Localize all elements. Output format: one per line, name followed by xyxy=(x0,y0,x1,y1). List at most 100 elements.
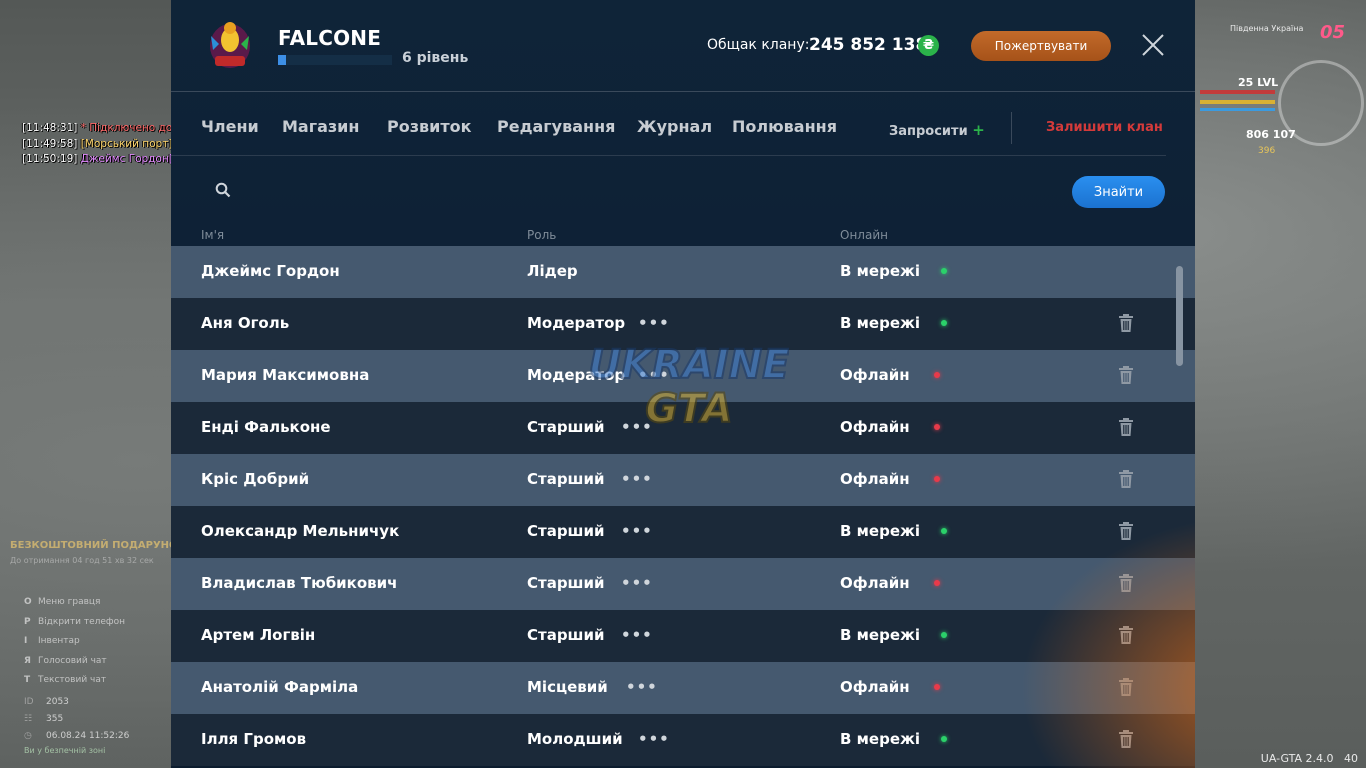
table-row[interactable]: Анатолій Фарміла Місцевий ••• Офлайн xyxy=(171,662,1195,714)
leave-clan-button[interactable]: Залишити клан xyxy=(1046,120,1163,135)
member-role: Модератор xyxy=(527,314,626,332)
member-role: Модератор xyxy=(527,366,626,384)
gift-timer: До отримання 04 год 51 хв 32 сек xyxy=(10,556,154,565)
health-bar xyxy=(1200,90,1275,94)
more-icon[interactable]: ••• xyxy=(638,314,670,332)
player-level: 25 LVL xyxy=(1238,76,1279,89)
trash-icon[interactable] xyxy=(1119,314,1133,332)
trash-icon[interactable] xyxy=(1119,470,1133,488)
more-icon[interactable]: ••• xyxy=(621,470,653,488)
clan-level-progress-fill xyxy=(278,55,286,65)
offline-indicator xyxy=(934,372,940,378)
member-name: Анатолій Фарміла xyxy=(201,678,359,696)
online-indicator xyxy=(941,736,947,742)
hryvnia-icon: ₴ xyxy=(918,35,939,56)
column-online: Онлайн xyxy=(840,228,888,242)
table-row[interactable]: Ілля Громов Молодший ••• В мережі xyxy=(171,714,1195,766)
version-label: UA-GTA 2.4.0 40 xyxy=(1260,752,1358,765)
trash-icon[interactable] xyxy=(1119,366,1133,384)
tab-shop[interactable]: Магазин xyxy=(282,117,359,136)
more-icon[interactable]: ••• xyxy=(638,366,670,384)
member-role: Старший xyxy=(527,470,605,488)
member-name: Мария Максимовна xyxy=(201,366,370,384)
tab-members[interactable]: Члени xyxy=(201,117,259,136)
donate-button[interactable]: Пожертвувати xyxy=(971,31,1111,61)
clan-name: FALCONE xyxy=(278,26,382,50)
nav-divider-line xyxy=(171,155,1166,156)
column-name: Ім'я xyxy=(201,228,225,242)
close-icon[interactable] xyxy=(1141,33,1165,57)
table-row[interactable]: Енді Фальконе Старший ••• Офлайн xyxy=(171,402,1195,454)
tab-development[interactable]: Розвиток xyxy=(387,117,471,136)
more-icon[interactable]: ••• xyxy=(621,522,653,540)
member-status: Офлайн xyxy=(840,418,910,436)
hotkey-list: O Меню гравця P Відкрити телефон I Інвентар… xyxy=(24,593,125,691)
search-icon xyxy=(215,182,231,198)
table-row[interactable]: Кріс Добрий Старший ••• Офлайн xyxy=(171,454,1195,506)
member-name: Артем Логвін xyxy=(201,626,316,644)
hotkey-item: Я Голосовий чат xyxy=(24,655,107,666)
table-row[interactable]: Аня Оголь Модератор ••• В мережі xyxy=(171,298,1195,350)
hud-stats: Південна Україна 05 25 LVL 806 107 396 xyxy=(1200,20,1364,170)
more-icon[interactable]: ••• xyxy=(638,730,670,748)
clan-level-progress xyxy=(278,55,392,65)
invite-button[interactable]: Запросити + xyxy=(889,121,985,139)
search-input[interactable] xyxy=(241,177,1065,207)
clan-level: 6 рівень xyxy=(402,50,469,66)
tab-editing[interactable]: Редагування xyxy=(497,117,615,136)
clan-panel: FALCONE 6 рівень Общак клану: 245 852 13… xyxy=(171,0,1195,768)
more-icon[interactable]: ••• xyxy=(621,418,653,436)
server-number: 05 xyxy=(1320,22,1346,43)
member-name: Ілля Громов xyxy=(201,730,307,748)
trash-icon[interactable] xyxy=(1119,522,1133,540)
member-status: В мережі xyxy=(840,730,921,748)
table-header: Ім'я Роль Онлайн xyxy=(171,226,1195,244)
member-role: Старший xyxy=(527,418,605,436)
trash-icon[interactable] xyxy=(1119,626,1133,644)
member-status: В мережі xyxy=(840,314,921,332)
clan-logo xyxy=(210,22,250,68)
more-icon[interactable]: ••• xyxy=(621,626,653,644)
hotkey-item: P Відкрити телефон xyxy=(24,616,126,627)
member-status: В мережі xyxy=(840,262,921,280)
member-role: Лідер xyxy=(527,262,578,280)
nav-divider xyxy=(1011,112,1012,144)
member-status: Офлайн xyxy=(840,678,910,696)
member-status: Офлайн xyxy=(840,470,910,488)
table-row[interactable]: Джеймс Гордон Лідер В мережі xyxy=(171,246,1195,298)
region-name: Південна Україна xyxy=(1230,24,1304,33)
hotkey-item: I Інвентар xyxy=(24,636,80,646)
member-role: Місцевий xyxy=(527,678,608,696)
find-button[interactable]: Знайти xyxy=(1072,176,1165,208)
clan-nav: Члени Магазин Розвиток Редагування Журна… xyxy=(171,92,1195,156)
member-status: Офлайн xyxy=(840,574,910,592)
trash-icon[interactable] xyxy=(1119,678,1133,696)
trash-icon[interactable] xyxy=(1119,730,1133,748)
online-indicator xyxy=(941,268,947,274)
column-role: Роль xyxy=(527,228,557,242)
table-row[interactable]: Олександр Мельничук Старший ••• В мережі xyxy=(171,506,1195,558)
hotkey-item: O Меню гравця xyxy=(24,597,101,607)
safe-zone-text: Ви у безпечній зоні xyxy=(24,746,106,755)
more-icon[interactable]: ••• xyxy=(621,574,653,592)
scrollbar[interactable] xyxy=(1176,266,1183,366)
gift-title: БЕЗКОШТОВНИЙ ПОДАРУНОК xyxy=(10,540,186,551)
more-icon[interactable]: ••• xyxy=(626,678,658,696)
datetime: 06.08.24 11:52:26 xyxy=(46,731,130,741)
table-row[interactable]: Мария Максимовна Модератор ••• Офлайн xyxy=(171,350,1195,402)
offline-indicator xyxy=(934,424,940,430)
trash-icon[interactable] xyxy=(1119,574,1133,592)
hotkey-item: T Текстовий чат xyxy=(24,675,107,685)
player-coins: 396 xyxy=(1258,146,1276,156)
tab-journal[interactable]: Журнал xyxy=(637,117,712,136)
member-status: Офлайн xyxy=(840,366,910,384)
players-online: 355 xyxy=(46,714,64,724)
table-row[interactable]: Владислав Тюбикович Старший ••• Офлайн xyxy=(171,558,1195,610)
member-name: Енді Фальконе xyxy=(201,418,331,436)
members-table: Джеймс Гордон Лідер В мережі Аня Оголь Модер… xyxy=(171,246,1195,766)
table-row[interactable]: Артем Логвін Старший ••• В мережі xyxy=(171,610,1195,662)
player-id: 2053 xyxy=(46,697,69,707)
trash-icon[interactable] xyxy=(1119,418,1133,436)
member-status: В мережі xyxy=(840,626,921,644)
tab-hunting[interactable]: Полювання xyxy=(732,117,837,136)
